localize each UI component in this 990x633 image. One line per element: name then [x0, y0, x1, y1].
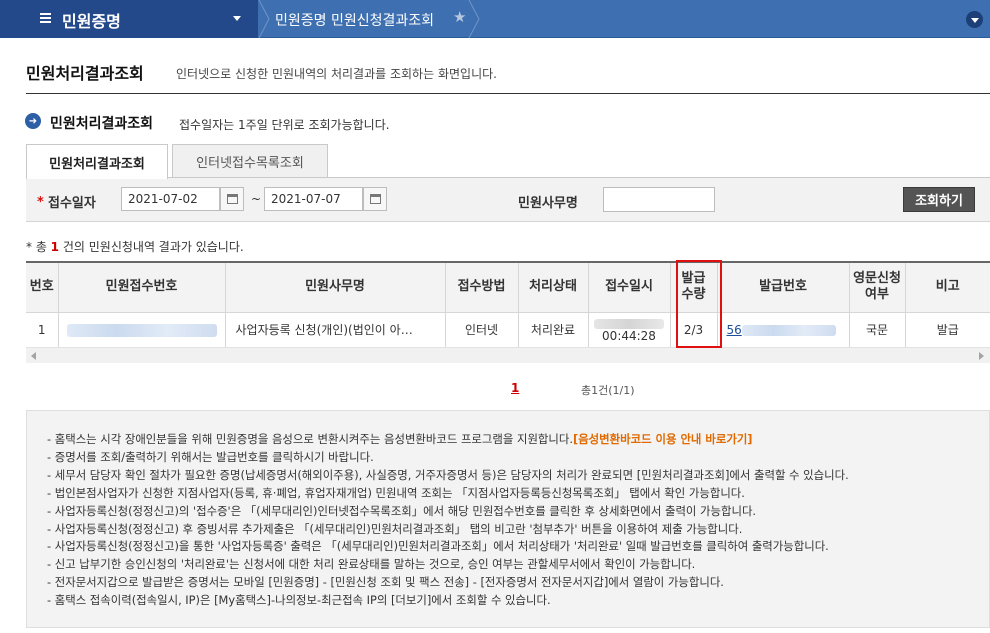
breadcrumb[interactable]: 민원증명 민원신청결과조회: [275, 10, 434, 30]
header-receipt-no: 민원접수번호: [58, 263, 226, 313]
page-title: 민원처리결과조회: [26, 64, 144, 83]
calendar-icon: [369, 194, 381, 204]
result-suffix: 건의 민원신청내역 결과가 있습니다.: [59, 240, 244, 254]
date-to-input[interactable]: 2021-07-07: [264, 187, 363, 211]
page-total: 총1건(1/1): [581, 384, 635, 397]
header-remark: 비고: [905, 263, 990, 313]
horizontal-scrollbar[interactable]: [26, 347, 990, 363]
calendar-to-button[interactable]: [363, 187, 387, 211]
notice-item: - 사업자등록신청(정정신고)을 통한 '사업자등록증' 출력은 「(세무대리인…: [47, 539, 829, 554]
tab-result-inquiry[interactable]: 민원처리결과조회: [26, 144, 168, 179]
page-link-current[interactable]: 1: [511, 381, 519, 395]
masked-date: [594, 318, 664, 329]
masked-receipt-no: [66, 323, 217, 337]
notice-item: - 세무서 담당자 확인 절차가 필요한 증명(납세증명서(해외이주용), 사실…: [47, 467, 849, 482]
notice-item: - 사업자등록신청(정정신고) 후 증빙서류 추가제출은 「(세무대리인)민원처…: [47, 521, 743, 536]
scroll-left-icon[interactable]: [31, 352, 36, 360]
notice-item: - 증명서를 조회/출력하기 위해서는 발급번호를 클릭하시기 바랍니다.: [47, 449, 374, 464]
main-menu-button[interactable]: 민원증명: [0, 0, 258, 38]
notice-item: - 사업자등록신청(정정신고)의 '접수증'은 「(세무대리인)인터넷접수목록조…: [47, 503, 757, 518]
receipt-time: 00:44:28: [602, 328, 656, 343]
cell-english: 국문: [849, 312, 906, 348]
header-status: 처리상태: [518, 263, 589, 313]
cell-receipt-time: 00:44:28: [588, 312, 671, 348]
notice-text: - 홈택스는 시각 장애인분들을 위해 민원증명을 음성으로 변환시켜주는 음성…: [47, 432, 573, 446]
tab-internet-receipt-list[interactable]: 인터넷접수목록조회: [172, 144, 328, 178]
date-from-input[interactable]: 2021-07-02: [121, 187, 220, 211]
voice-barcode-guide-link[interactable]: [음성변환바코드 이용 안내 바로가기]: [573, 432, 753, 446]
notice-item: - 신고 납부기한 승인신청의 '처리완료'는 신청서에 대한 처리 완료상태를…: [47, 557, 696, 572]
divider: [26, 93, 990, 94]
header-no: 번호: [26, 263, 59, 313]
notice-item: - 홈택스 접속이력(접속일시, IP)은 [My홈택스]-나의정보-최근접속 …: [47, 593, 551, 608]
notice-item: - 법인본점사업자가 신청한 지점사업자(등록, 휴·폐업, 휴업자재개업) 민…: [47, 485, 745, 500]
calendar-from-button[interactable]: [220, 187, 244, 211]
issue-number-link[interactable]: 56: [727, 323, 742, 337]
table-row: 1 사업자등록 신청(개인)(법인이 아… 인터넷 처리완료 00:44:28 …: [26, 312, 990, 348]
section-description: 접수일자는 1주일 단위로 조회가능합니다.: [179, 118, 390, 132]
top-navigation-bar: 민원증명 민원증명 민원신청결과조회 ★: [0, 0, 990, 38]
favorite-star-icon[interactable]: ★: [453, 8, 466, 26]
chevron-down-icon: [233, 16, 241, 21]
service-name-input[interactable]: [603, 187, 715, 212]
section-title: 민원처리결과조회: [50, 116, 154, 132]
header-service-name: 민원사무명: [225, 263, 446, 313]
cell-remark: 발급: [905, 312, 990, 348]
header-method: 접수방법: [445, 263, 519, 313]
masked-issue-no: [741, 324, 836, 336]
notice-item: - 홈택스는 시각 장애인분들을 위해 민원증명을 음성으로 변환시켜주는 음성…: [47, 431, 989, 449]
date-separator: ~: [251, 192, 262, 206]
header-issue-no: 발급번호: [717, 263, 850, 313]
required-mark: *: [37, 195, 44, 210]
service-name-label: 민원사무명: [518, 196, 578, 211]
result-prefix: * 총: [26, 240, 51, 254]
date-label: 접수일자: [48, 196, 96, 211]
cell-no: 1: [26, 312, 59, 348]
cell-service-name: 사업자등록 신청(개인)(법인이 아…: [225, 312, 446, 348]
highlight-box: [676, 260, 722, 348]
result-count: 1: [50, 240, 60, 254]
header-english: 영문신청 여부: [849, 263, 906, 313]
menu-title: 민원증명: [62, 12, 121, 31]
cell-method: 인터넷: [445, 312, 519, 348]
scroll-right-icon[interactable]: [979, 352, 984, 360]
cell-receipt-no[interactable]: [58, 312, 226, 348]
header-receipt-time: 접수일시: [588, 263, 671, 313]
result-table: 번호 민원접수번호 민원사무명 접수방법 처리상태 접수일시 발급 수량 발급번…: [26, 261, 990, 348]
result-count-text: * 총 1 건의 민원신청내역 결과가 있습니다.: [26, 238, 244, 255]
hamburger-icon: [40, 13, 51, 24]
notice-box: - 홈택스는 시각 장애인분들을 위해 민원증명을 음성으로 변환시켜주는 음성…: [26, 410, 990, 628]
arrow-circle-icon: ➜: [25, 113, 41, 129]
chevron-down-icon: [970, 18, 979, 23]
cell-issue-no[interactable]: 56: [717, 312, 850, 348]
cell-status: 처리완료: [518, 312, 589, 348]
notice-item: - 전자문서지갑으로 발급받은 증명서는 모바일 [민원증명] - [민원신청 …: [47, 575, 724, 590]
calendar-icon: [226, 194, 238, 204]
search-button[interactable]: 조회하기: [903, 187, 975, 212]
breadcrumb-separator: [258, 0, 270, 38]
collapse-menu-button[interactable]: [966, 11, 983, 28]
breadcrumb-separator: [468, 0, 480, 38]
page-description: 인터넷으로 신청한 민원내역의 처리결과를 조회하는 화면입니다.: [176, 67, 497, 81]
